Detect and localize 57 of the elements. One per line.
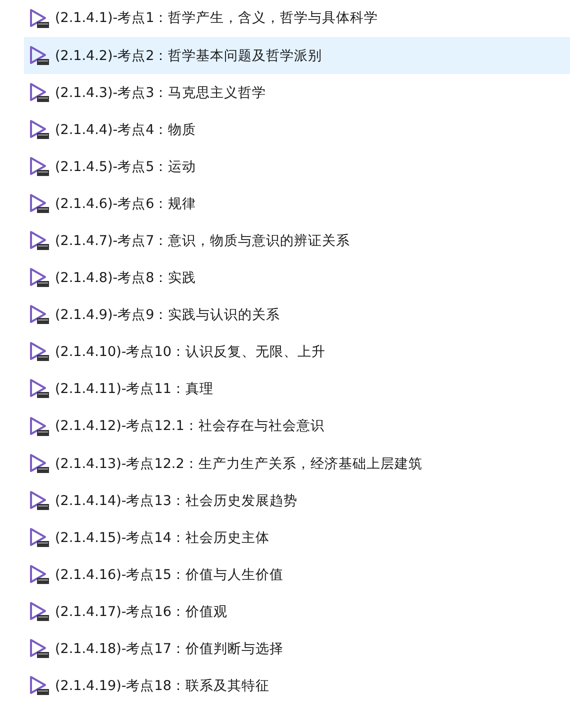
video-file-icon: [28, 378, 50, 400]
file-row[interactable]: (2.1.4.4)-考点4：物质: [24, 111, 570, 148]
file-row[interactable]: (2.1.4.12)-考点12.1：社会存在与社会意识: [24, 408, 570, 446]
file-row[interactable]: (2.1.4.3)-考点3：马克思主义哲学: [24, 74, 570, 112]
file-name: (2.1.4.18)-考点17：价值判断与选择: [55, 640, 284, 660]
video-file-icon: [28, 638, 50, 660]
video-file-icon: [28, 490, 50, 512]
file-name: (2.1.4.9)-考点9：实践与认识的关系: [55, 306, 280, 326]
video-file-icon: [28, 118, 50, 141]
file-row[interactable]: (2.1.4.10)-考点10：认识反复、无限、上升: [24, 334, 570, 371]
file-row[interactable]: (2.1.4.11)-考点11：真理: [24, 370, 570, 408]
file-row[interactable]: (2.1.4.8)-考点8：实践: [24, 260, 570, 297]
file-name: (2.1.4.19)-考点18：联系及其特征: [55, 677, 270, 696]
file-row[interactable]: (2.1.4.15)-考点14：社会历史主体: [24, 519, 570, 556]
video-file-icon: [28, 341, 50, 364]
file-name: (2.1.4.1)-考点1：哲学产生，含义，哲学与具体科学: [55, 9, 378, 28]
video-file-icon: [28, 8, 50, 30]
file-row[interactable]: (2.1.4.1)-考点1：哲学产生，含义，哲学与具体科学: [24, 0, 570, 38]
file-name: (2.1.4.13)-考点12.2：生产力生产关系，经济基础上层建筑: [55, 454, 422, 474]
file-row[interactable]: (2.1.4.16)-考点15：价值与人生价值: [24, 556, 570, 594]
file-row[interactable]: (2.1.4.19)-考点18：联系及其特征: [24, 668, 570, 705]
file-row[interactable]: (2.1.4.6)-考点6：规律: [24, 185, 570, 223]
video-file-icon: [28, 44, 50, 67]
video-file-icon: [28, 304, 50, 326]
file-row[interactable]: (2.1.4.7)-考点7：意识，物质与意识的辨证关系: [24, 222, 570, 260]
file-row[interactable]: (2.1.4.17)-考点16：价值观: [24, 594, 570, 631]
file-row[interactable]: (2.1.4.13)-考点12.2：生产力生产关系，经济基础上层建筑: [24, 445, 570, 482]
video-file-icon: [28, 675, 50, 698]
video-file-icon: [28, 230, 50, 252]
video-file-icon: [28, 156, 50, 178]
video-file-icon: [28, 452, 50, 475]
file-row[interactable]: (2.1.4.14)-考点13：社会历史发展趋势: [24, 482, 570, 520]
file-name: (2.1.4.5)-考点5：运动: [55, 158, 196, 177]
video-file-icon: [28, 193, 50, 216]
video-file-icon: [28, 564, 50, 586]
file-name: (2.1.4.4)-考点4：物质: [55, 120, 196, 140]
file-row[interactable]: (2.1.4.9)-考点9：实践与认识的关系: [24, 296, 570, 334]
file-row[interactable]: (2.1.4.18)-考点17：价值判断与选择: [24, 630, 570, 668]
video-file-icon: [28, 267, 50, 290]
file-row[interactable]: (2.1.4.2)-考点2：哲学基本问题及哲学派别: [24, 37, 570, 74]
video-file-icon: [28, 526, 50, 549]
file-name: (2.1.4.3)-考点3：马克思主义哲学: [55, 84, 266, 103]
file-name: (2.1.4.16)-考点15：价值与人生价值: [55, 566, 284, 585]
file-name: (2.1.4.14)-考点13：社会历史发展趋势: [55, 492, 298, 511]
file-name: (2.1.4.8)-考点8：实践: [55, 269, 196, 288]
file-name: (2.1.4.2)-考点2：哲学基本问题及哲学派别: [55, 46, 322, 66]
file-row[interactable]: (2.1.4.5)-考点5：运动: [24, 148, 570, 186]
file-name: (2.1.4.17)-考点16：价值观: [55, 602, 228, 622]
file-name: (2.1.4.10)-考点10：认识反复、无限、上升: [55, 343, 326, 362]
file-name: (2.1.4.6)-考点6：规律: [55, 194, 196, 214]
file-name: (2.1.4.7)-考点7：意识，物质与意识的辨证关系: [55, 232, 350, 251]
file-name: (2.1.4.15)-考点14：社会历史主体: [55, 528, 270, 548]
video-file-icon: [28, 82, 50, 104]
file-name: (2.1.4.12)-考点12.1：社会存在与社会意识: [55, 417, 324, 436]
file-name: (2.1.4.11)-考点11：真理: [55, 380, 214, 400]
video-file-icon: [28, 601, 50, 624]
video-file-icon: [28, 416, 50, 438]
